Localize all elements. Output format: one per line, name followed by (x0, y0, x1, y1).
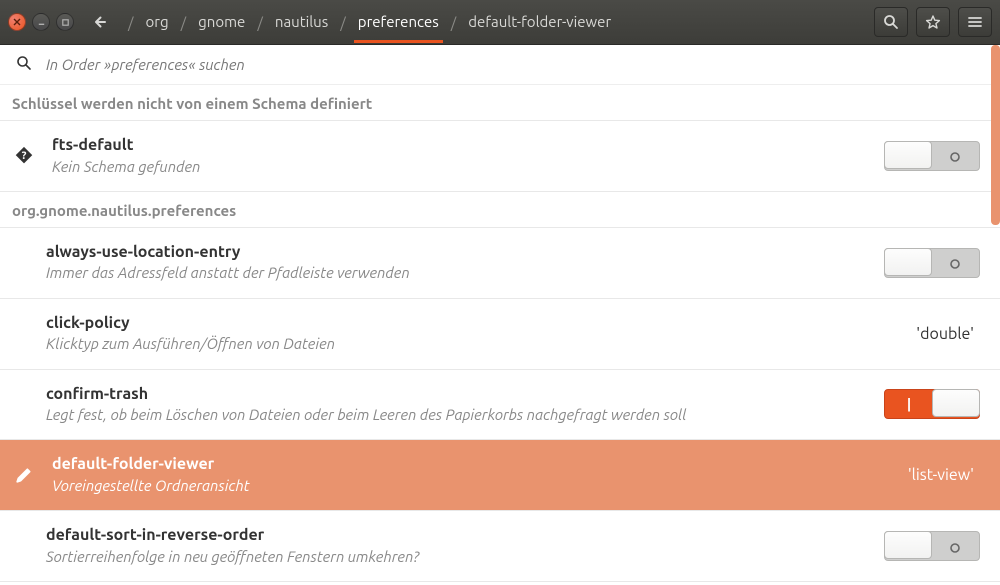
svg-text:?: ? (22, 150, 27, 162)
bookmark-button[interactable] (916, 7, 950, 37)
maximize-window-button[interactable] (56, 13, 74, 31)
breadcrumb-separator: / (445, 14, 463, 31)
pencil-icon (12, 466, 36, 484)
titlebar-actions (874, 7, 992, 37)
breadcrumb-item-active[interactable]: preferences (354, 2, 443, 43)
content-area: Schlüssel werden nicht von einem Schema … (0, 45, 1000, 585)
row-title: click-policy (46, 313, 900, 335)
window-controls (8, 13, 74, 31)
setting-row-click-policy[interactable]: click-policy Klicktyp zum Ausführen/Öffn… (0, 299, 1000, 370)
breadcrumb-item[interactable]: org (142, 2, 173, 43)
row-title: confirm-trash (46, 384, 868, 406)
row-value: 'double' (916, 325, 980, 343)
row-text: default-sort-in-reverse-order Sortierrei… (46, 525, 868, 567)
search-button[interactable] (874, 7, 908, 37)
breadcrumb-separator: / (334, 14, 352, 31)
row-title: default-sort-in-reverse-order (46, 525, 868, 547)
toggle-switch[interactable]: | (884, 389, 980, 419)
close-window-button[interactable] (8, 13, 26, 31)
breadcrumb-separator: / (251, 14, 269, 31)
breadcrumb: / org / gnome / nautilus / preferences /… (122, 2, 870, 43)
row-title: always-use-location-entry (46, 242, 868, 264)
section-header: Schlüssel werden nicht von einem Schema … (0, 85, 1000, 121)
row-desc: Voreingestellte Ordneransicht (52, 476, 892, 496)
row-title: default-folder-viewer (52, 454, 892, 476)
row-desc: Legt fest, ob beim Löschen von Dateien o… (46, 405, 868, 425)
setting-row-always-use-location-entry[interactable]: always-use-location-entry Immer das Adre… (0, 228, 1000, 299)
row-text: fts-default Kein Schema gefunden (52, 135, 868, 177)
setting-row-default-sort-in-reverse-order[interactable]: default-sort-in-reverse-order Sortierrei… (0, 511, 1000, 582)
row-desc: Immer das Adressfeld anstatt der Pfadlei… (46, 263, 868, 283)
search-icon (16, 55, 32, 74)
row-text: always-use-location-entry Immer das Adre… (46, 242, 868, 284)
setting-row-default-folder-viewer[interactable]: default-folder-viewer Voreingestellte Or… (0, 440, 1000, 511)
row-desc: Kein Schema gefunden (52, 157, 868, 177)
row-desc: Sortierreihenfolge in neu geöffneten Fen… (46, 547, 868, 567)
breadcrumb-separator: / (122, 14, 140, 31)
back-icon[interactable] (90, 11, 112, 33)
section-header: org.gnome.nautilus.preferences (0, 192, 1000, 228)
row-text: click-policy Klicktyp zum Ausführen/Öffn… (46, 313, 900, 355)
scrollbar[interactable] (991, 45, 1000, 225)
row-text: default-folder-viewer Voreingestellte Or… (52, 454, 892, 496)
row-value: 'list-view' (908, 466, 980, 484)
minimize-window-button[interactable] (32, 13, 50, 31)
row-desc: Klicktyp zum Ausführen/Öffnen von Dateie… (46, 334, 900, 354)
setting-row-confirm-trash[interactable]: confirm-trash Legt fest, ob beim Löschen… (0, 370, 1000, 441)
breadcrumb-item[interactable]: gnome (194, 2, 249, 43)
row-text: confirm-trash Legt fest, ob beim Löschen… (46, 384, 868, 426)
toggle-switch[interactable] (884, 531, 980, 561)
search-row (0, 45, 1000, 85)
setting-row-fts-default[interactable]: ? fts-default Kein Schema gefunden (0, 121, 1000, 192)
toggle-switch[interactable] (884, 248, 980, 278)
titlebar: / org / gnome / nautilus / preferences /… (0, 0, 1000, 45)
breadcrumb-item[interactable]: default-folder-viewer (464, 2, 615, 43)
search-input[interactable] (46, 56, 984, 73)
toggle-switch[interactable] (884, 141, 980, 171)
question-icon: ? (12, 145, 36, 167)
row-title: fts-default (52, 135, 868, 157)
breadcrumb-item[interactable]: nautilus (271, 2, 332, 43)
breadcrumb-separator: / (175, 14, 193, 31)
menu-button[interactable] (958, 7, 992, 37)
